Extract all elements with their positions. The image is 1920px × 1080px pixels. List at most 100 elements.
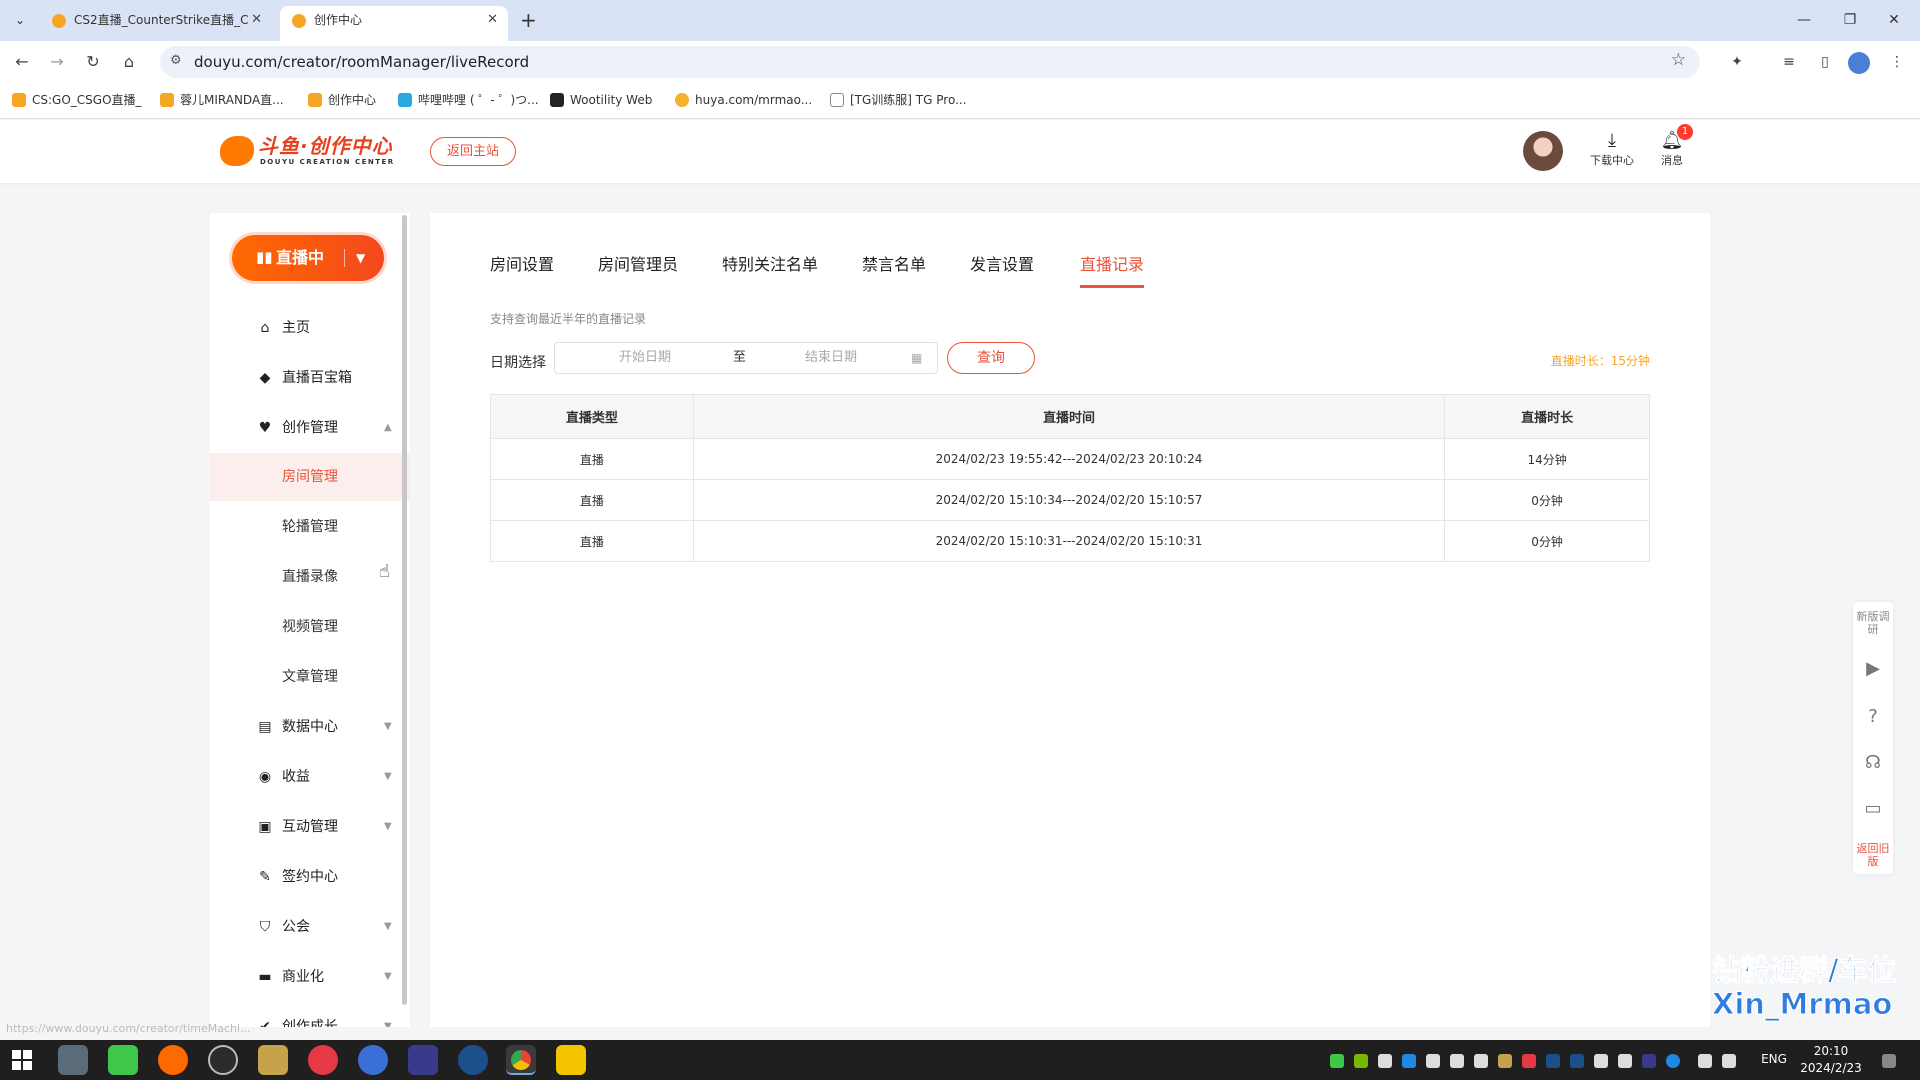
calendar-icon[interactable]: ▦	[911, 343, 922, 373]
caret-down-icon[interactable]: ▼	[356, 235, 365, 281]
back-arrow-icon[interactable]: ←	[9, 49, 35, 75]
taskbar-app-yellow-icon[interactable]	[556, 1045, 586, 1075]
sidebar-subitem-videos[interactable]: 视频管理	[210, 603, 410, 651]
tray-clock[interactable]: 20:10 2024/2/23	[1796, 1043, 1866, 1077]
sidebar-subitem-articles[interactable]: 文章管理	[210, 653, 410, 701]
monitor-icon[interactable]: ▭	[1853, 798, 1893, 819]
bookmark-item[interactable]: 创作中心	[308, 81, 376, 119]
taskbar-app-file-explorer-icon[interactable]	[58, 1045, 88, 1075]
bookmark-item[interactable]: Wootility Web	[550, 81, 652, 119]
media-queue-icon[interactable]: ≡	[1778, 51, 1800, 73]
end-date-input[interactable]: 结束日期	[805, 343, 857, 373]
douyu-creation-logo[interactable]: 斗鱼·创作中心 DOUYU CREATION CENTER	[220, 134, 400, 170]
sidebar-item-label: 互动管理	[282, 819, 338, 835]
sidebar-item-data-center[interactable]: ▤ 数据中心 ▼	[210, 707, 410, 747]
home-icon[interactable]: ⌂	[116, 49, 142, 75]
side-panel-icon[interactable]: ▯	[1814, 51, 1836, 73]
taskbar-app-se-icon[interactable]	[408, 1045, 438, 1075]
tray-volume-icon[interactable]	[1722, 1054, 1736, 1068]
sidebar-item-sign[interactable]: ✎ 签约中心	[210, 857, 410, 897]
restore-icon[interactable]: ❐	[1830, 8, 1870, 32]
bookmark-item[interactable]: 蓉儿MIRANDA直...	[160, 81, 284, 119]
bookmark-item[interactable]: CS:GO_CSGO直播_	[12, 81, 142, 119]
tray-steam-icon[interactable]	[1546, 1054, 1560, 1068]
video-play-icon[interactable]: ▶	[1853, 658, 1893, 679]
tray-language[interactable]: ENG	[1754, 1051, 1794, 1068]
site-info-icon[interactable]: ⚙	[170, 53, 182, 68]
user-avatar[interactable]	[1523, 131, 1563, 171]
headset-icon[interactable]: ☊	[1853, 752, 1893, 773]
sidebar-item-guild[interactable]: ⛉ 公会 ▼	[210, 907, 410, 947]
profile-avatar-icon[interactable]	[1848, 52, 1870, 74]
minimize-icon[interactable]: —	[1784, 8, 1824, 32]
tray-mic-icon[interactable]	[1618, 1054, 1632, 1068]
tab-room-settings[interactable]: 房间设置	[490, 253, 554, 277]
back-to-main-site-button[interactable]: 返回主站	[430, 137, 516, 166]
taskbar-app-chrome-icon[interactable]	[506, 1045, 536, 1075]
taskbar-app-cs2-icon[interactable]	[258, 1045, 288, 1075]
tab-special-follow[interactable]: 特别关注名单	[722, 253, 818, 277]
tray-network-icon[interactable]	[1698, 1054, 1712, 1068]
tray-shield-icon[interactable]	[1426, 1054, 1440, 1068]
tray-nvidia-icon[interactable]	[1354, 1054, 1368, 1068]
tray-usb-icon[interactable]	[1474, 1054, 1488, 1068]
date-range-picker[interactable]: 开始日期 至 结束日期 ▦	[554, 342, 938, 374]
sidebar-item-interaction[interactable]: ▣ 互动管理 ▼	[210, 807, 410, 847]
tab-chat-settings[interactable]: 发言设置	[970, 253, 1034, 277]
bookmark-star-icon[interactable]: ☆	[1671, 50, 1686, 70]
download-center-button[interactable]: ⤓ 下载中心	[1586, 130, 1638, 168]
notification-center-icon[interactable]	[1882, 1054, 1896, 1068]
live-status-button[interactable]: ▮▮ 直播中 ▼	[232, 235, 384, 281]
sidebar-item-home[interactable]: ⌂ 主页	[210, 308, 410, 348]
start-date-input[interactable]: 开始日期	[619, 343, 671, 373]
taskbar-app-obs-icon[interactable]	[208, 1045, 238, 1075]
extensions-puzzle-icon[interactable]: ✦	[1726, 51, 1748, 73]
tray-app-icon[interactable]	[1570, 1054, 1584, 1068]
menu-dots-icon[interactable]: ⋮	[1886, 51, 1908, 73]
browser-tab-creator[interactable]: 创作中心 ✕	[280, 6, 508, 41]
query-button[interactable]: 查询	[947, 342, 1035, 374]
sidebar-subitem-room-manage[interactable]: 房间管理	[210, 453, 410, 501]
forward-arrow-icon[interactable]: →	[44, 49, 70, 75]
survey-link[interactable]: 新版调研	[1853, 610, 1893, 636]
tab-live-records[interactable]: 直播记录	[1080, 253, 1145, 288]
browser-tab-cs2[interactable]: CS2直播_CounterStrike直播_C ✕	[40, 6, 272, 41]
tray-app-icon[interactable]	[1378, 1054, 1392, 1068]
return-old-version-link[interactable]: 返回旧版	[1853, 842, 1893, 868]
tray-app-icon[interactable]	[1450, 1054, 1464, 1068]
tray-app-icon[interactable]	[1330, 1054, 1344, 1068]
window-close-icon[interactable]: ✕	[1874, 8, 1914, 32]
reload-icon[interactable]: ↻	[80, 49, 106, 75]
taskbar-app-netease-music-icon[interactable]	[308, 1045, 338, 1075]
taskbar-app-steam-icon[interactable]	[458, 1045, 488, 1075]
tab-close-icon[interactable]: ✕	[487, 6, 498, 34]
windows-start-icon[interactable]	[12, 1050, 32, 1070]
tray-app-icon[interactable]	[1642, 1054, 1656, 1068]
tray-obs-icon[interactable]	[1594, 1054, 1608, 1068]
sidebar-subitem-carousel[interactable]: 轮播管理	[210, 503, 410, 551]
tray-app-icon[interactable]	[1498, 1054, 1512, 1068]
new-tab-plus-icon[interactable]: +	[520, 8, 537, 32]
sidebar-item-business[interactable]: ▬ 商业化 ▼	[210, 957, 410, 997]
sidebar-item-toolbox[interactable]: ◆ 直播百宝箱	[210, 358, 410, 398]
tab-room-admins[interactable]: 房间管理员	[598, 253, 678, 277]
bookmark-item[interactable]: huya.com/mrmao...	[675, 81, 812, 119]
taskbar-app-wegame-icon[interactable]	[108, 1045, 138, 1075]
taskbar-app-douyu-icon[interactable]	[158, 1045, 188, 1075]
help-question-icon[interactable]: ?	[1853, 706, 1893, 727]
tab-mute-list[interactable]: 禁言名单	[862, 253, 926, 277]
tray-app-icon[interactable]	[1666, 1054, 1680, 1068]
tab-close-icon[interactable]: ✕	[251, 6, 262, 34]
tray-music-icon[interactable]	[1522, 1054, 1536, 1068]
address-bar[interactable]: ⚙ douyu.com/creator/roomManager/liveReco…	[160, 46, 1700, 78]
bookmark-item[interactable]: [TG训练服] TG Pro...	[830, 81, 967, 119]
download-center-label: 下载中心	[1590, 154, 1634, 167]
tab-search-chevron-icon[interactable]: ⌄	[8, 8, 32, 32]
address-url[interactable]: douyu.com/creator/roomManager/liveRecord	[194, 46, 529, 78]
sidebar-item-creation[interactable]: ♥ 创作管理 ▲	[210, 408, 410, 448]
sidebar-scrollbar[interactable]	[402, 215, 407, 1005]
tray-bluetooth-icon[interactable]	[1402, 1054, 1416, 1068]
bookmark-item[interactable]: 哔哩哔哩 ( ゜- ゜)つ...	[398, 81, 539, 119]
taskbar-app-blue-icon[interactable]	[358, 1045, 388, 1075]
sidebar-item-income[interactable]: ◉ 收益 ▼	[210, 757, 410, 797]
